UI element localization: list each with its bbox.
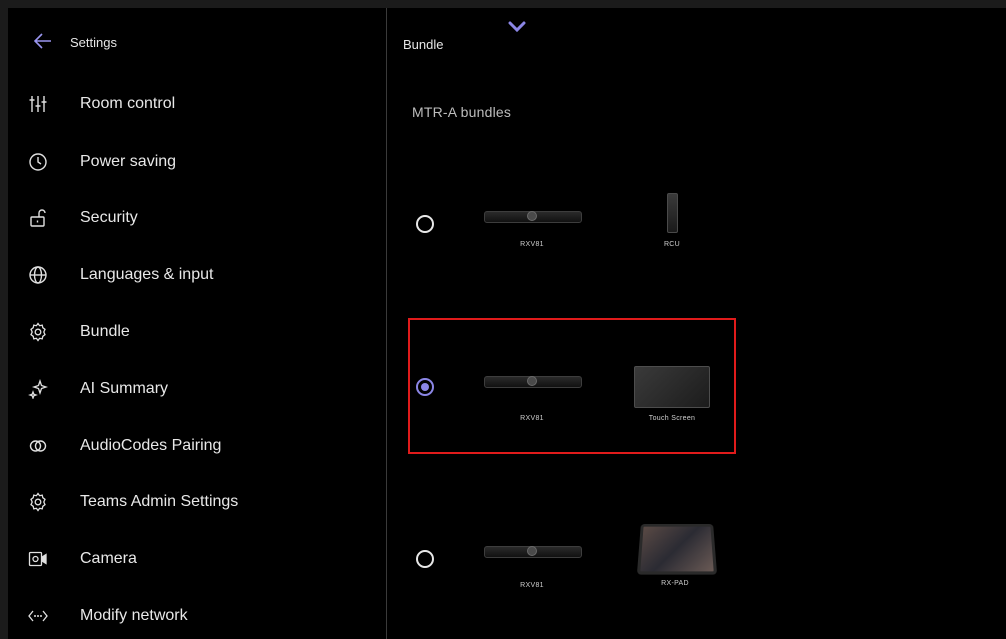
soundbar-image — [484, 546, 582, 558]
page-title: Bundle — [403, 37, 444, 52]
settings-sidebar: Settings Room control Power saving Secur… — [8, 8, 387, 639]
sidebar-item-audiocodes-pairing[interactable]: AudioCodes Pairing — [8, 426, 386, 466]
chevron-down-icon[interactable] — [508, 20, 526, 33]
section-title: MTR-A bundles — [412, 104, 512, 120]
sidebar-item-label: Modify network — [80, 607, 188, 624]
bundle-option[interactable]: RXV81 RX-PAD — [387, 518, 1006, 608]
sidebar-item-label: Teams Admin Settings — [80, 493, 239, 510]
sidebar-item-label: Security — [80, 209, 138, 226]
bundle-radio[interactable] — [416, 550, 434, 568]
device-caption: RX-PAD — [661, 580, 689, 587]
sparkle-icon — [28, 379, 48, 399]
device-rxv81: RXV81 — [477, 540, 587, 590]
sidebar-item-languages[interactable]: Languages & input — [8, 255, 386, 295]
sidebar-item-bundle[interactable]: Bundle — [8, 312, 386, 352]
sidebar-item-teams-admin-settings[interactable]: Teams Admin Settings — [8, 482, 386, 522]
sidebar-item-camera[interactable]: Camera — [8, 539, 386, 579]
camera-icon — [28, 549, 48, 569]
sidebar-item-room-control[interactable]: Room control — [8, 84, 386, 124]
bundle-panel: Bundle MTR-A bundles RXV81 RCU RXV81 Tou… — [387, 8, 1006, 639]
selection-highlight — [408, 318, 736, 454]
sidebar-item-label: AudioCodes Pairing — [80, 437, 222, 454]
sidebar-item-label: Camera — [80, 550, 137, 567]
device-caption: RCU — [663, 241, 681, 248]
sidebar-item-ai-summary[interactable]: AI Summary — [8, 369, 386, 409]
sidebar-item-label: Power saving — [80, 153, 177, 170]
bundle-option[interactable]: RXV81 RCU — [387, 183, 1006, 273]
soundbar-image — [484, 211, 582, 223]
rx-pad-image — [636, 524, 718, 575]
sidebar-item-label: Bundle — [80, 323, 130, 340]
app-window: Settings Room control Power saving Secur… — [8, 8, 1006, 639]
sidebar-item-label: AI Summary — [80, 380, 169, 397]
network-icon — [28, 606, 48, 626]
device-rx-pad: RX-PAD — [635, 522, 718, 592]
unlock-icon — [28, 208, 48, 228]
sidebar-item-power-saving[interactable]: Power saving — [8, 142, 386, 182]
back-arrow-icon[interactable] — [33, 33, 52, 49]
device-rcu: RCU — [642, 193, 702, 255]
remote-image — [667, 193, 678, 233]
sliders-icon — [28, 94, 48, 114]
clock-icon — [28, 152, 48, 172]
sidebar-item-modify-network[interactable]: Modify network — [8, 596, 386, 636]
bundle-radio[interactable] — [416, 215, 434, 233]
sidebar-item-label: Room control — [80, 95, 176, 112]
gear-icon — [28, 492, 48, 512]
globe-icon — [28, 265, 48, 285]
sidebar-item-security[interactable]: Security — [8, 198, 386, 238]
device-caption: RXV81 — [520, 241, 544, 248]
device-rxv81: RXV81 — [477, 205, 587, 255]
sidebar-item-label: Languages & input — [80, 266, 214, 283]
gear-icon — [28, 322, 48, 342]
sidebar-title: Settings — [70, 35, 117, 50]
device-caption: RXV81 — [520, 582, 544, 589]
rings-icon — [28, 436, 48, 456]
